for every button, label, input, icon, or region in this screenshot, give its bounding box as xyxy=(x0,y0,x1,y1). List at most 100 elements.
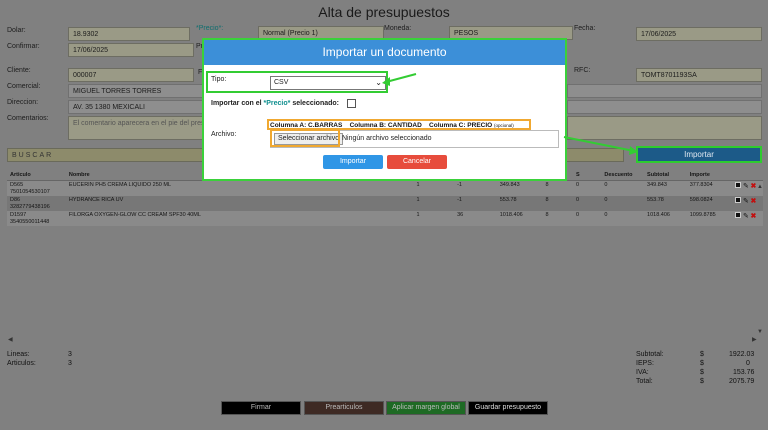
comercial-label: Comercial: xyxy=(7,83,41,90)
fecha-label: Fecha: xyxy=(574,25,596,32)
importar-button[interactable]: Importar xyxy=(636,146,762,163)
total-label: Total: xyxy=(636,378,653,385)
col-header-subtotal: Subtotal xyxy=(644,170,687,181)
ieps-value: 0 xyxy=(746,360,750,367)
archivo-label: Archivo: xyxy=(211,131,237,138)
prearticulos-button[interactable]: Prearticulos xyxy=(304,401,384,415)
row-barcode: 7501054530107 xyxy=(10,188,50,195)
cell-c5: 0 xyxy=(572,196,602,211)
pencil-icon[interactable]: ✎ xyxy=(743,183,749,190)
cell-descuento: 0 xyxy=(601,196,645,211)
arrow-to-importar-icon xyxy=(563,136,638,155)
col-header-actions xyxy=(732,170,763,181)
delete-icon[interactable]: ✖ xyxy=(751,198,757,205)
delete-icon[interactable]: ✖ xyxy=(751,213,757,220)
confirmar-label: Confirmar: xyxy=(7,43,40,50)
cell-actions: ✎ ✖ xyxy=(732,196,763,211)
cell-nombre: FILORGA OXYGEN-GLOW CC CREAM SPF30 40ML xyxy=(65,211,414,226)
row-barcode: 3540550011448 xyxy=(10,218,50,225)
direccion-label: Direccion: xyxy=(7,99,39,106)
cell-c4: 8 xyxy=(542,196,573,211)
subtotal-value: 1922.03 xyxy=(729,351,755,358)
cell-descuento: 0 xyxy=(601,211,645,226)
fecha-input[interactable]: 17/06/2025 xyxy=(636,27,762,41)
firmar-button[interactable]: Firmar xyxy=(221,401,301,415)
cell-c3: 349.843 xyxy=(496,180,543,196)
file-status: Ningún archivo seleccionado xyxy=(342,135,432,142)
fecha-input-value: 17/06/2025 xyxy=(641,31,677,38)
scroll-up-arrow-icon[interactable]: ▲ xyxy=(757,184,763,190)
cell-articulo: D1597 3540550011448 xyxy=(7,211,66,226)
iva-label: IVA: xyxy=(636,369,649,376)
moneda-select-value: PESOS xyxy=(454,30,479,37)
direccion-input-extension xyxy=(567,100,762,114)
comentarios-textarea[interactable]: El comentario aparecera en el pie del pr… xyxy=(68,116,204,140)
precio-select-value: Normal (Precio 1) xyxy=(263,30,318,37)
pencil-icon[interactable]: ✎ xyxy=(743,213,749,220)
cell-c2: -1 xyxy=(454,196,497,211)
cell-c1: 1 xyxy=(413,180,455,196)
importar-precio-checkbox[interactable] xyxy=(347,99,356,108)
cell-c2: 36 xyxy=(454,211,497,226)
cell-c5: 0 xyxy=(572,180,602,196)
total-value: 2075.79 xyxy=(729,378,755,385)
dolar-input[interactable]: 18.9302 xyxy=(68,27,190,41)
cell-c3: 553.78 xyxy=(496,196,543,211)
cell-articulo: D565 7501054530107 xyxy=(7,180,66,196)
col-header-7: S xyxy=(572,170,602,181)
edit-icon[interactable] xyxy=(735,212,742,218)
scroll-left-arrow-icon[interactable]: ◀ xyxy=(8,336,13,343)
articulos-label: Articulos: xyxy=(7,360,36,367)
cell-nombre: EUCERIN PH5 CREMA LIQUIDO 250 ML xyxy=(65,180,414,196)
importar-precio-highlight: *Precio* xyxy=(263,100,291,107)
table-row[interactable]: D565 7501054530107 EUCERIN PH5 CREMA LIQU… xyxy=(7,180,763,196)
edit-icon[interactable] xyxy=(735,182,742,188)
cell-articulo: D86 3282779438196 xyxy=(7,196,66,211)
total-currency: $ xyxy=(700,378,704,385)
column-b-text: Columna B: CANTIDAD xyxy=(349,122,422,129)
col-header-descuento: Descuento xyxy=(601,170,645,181)
scroll-right-arrow-icon[interactable]: ▶ xyxy=(752,336,757,343)
column-c-optional: (opcional) xyxy=(494,123,514,128)
importar-precio-suffix: seleccionado: xyxy=(290,100,340,107)
articulos-value: 3 xyxy=(68,360,72,367)
edit-icon[interactable] xyxy=(735,197,742,203)
cell-subtotal: 1018.406 xyxy=(644,211,687,226)
pencil-icon[interactable]: ✎ xyxy=(743,198,749,205)
arrow-to-tipo-icon xyxy=(382,73,417,86)
cell-actions: ✎ ✖ xyxy=(732,211,763,226)
cell-importe: 1099.8785 xyxy=(686,211,733,226)
subtotal-currency: $ xyxy=(700,351,704,358)
column-c-text: Columna C: PRECIO xyxy=(429,122,493,129)
confirmar-input[interactable]: 17/06/2025 xyxy=(68,43,194,57)
columns-info: Columna A: C.BARRAS Columna B: CANTIDAD … xyxy=(270,122,514,129)
cell-c2: -1 xyxy=(454,180,497,196)
row-barcode: 3282779438196 xyxy=(10,203,50,210)
precio-label: *Precio*: xyxy=(196,25,224,32)
rfc-label: RFC: xyxy=(574,67,591,74)
file-button-highlight-box xyxy=(270,129,340,147)
modal-importar-button[interactable]: Importar xyxy=(323,155,383,169)
col-header-importe: Importe xyxy=(686,170,733,181)
guardar-presupuesto-button[interactable]: Guardar presupuesto xyxy=(468,401,548,415)
column-a-text: Columna A: C.BARRAS xyxy=(270,122,343,129)
direccion-input[interactable]: AV. 35 1380 MEXICALI xyxy=(68,100,204,114)
tipo-highlight-box xyxy=(206,71,388,93)
rfc-input[interactable]: TOMT8701193SA xyxy=(636,68,762,82)
cliente-input[interactable]: 000007 xyxy=(68,68,194,82)
table-row[interactable]: D1597 3540550011448 FILORGA OXYGEN-GLOW C… xyxy=(7,211,763,226)
aplicar-margen-button[interactable]: Aplicar margen global xyxy=(386,401,466,415)
importar-precio-prefix: Importar con el xyxy=(211,100,264,107)
importar-precio-label: Importar con el *Precio* seleccionado: xyxy=(211,100,339,107)
comercial-input[interactable]: MIGUEL TORRES TORRES xyxy=(68,84,204,98)
cell-subtotal: 553.78 xyxy=(644,196,687,211)
delete-icon[interactable]: ✖ xyxy=(751,183,757,190)
confirmar-input-value: 17/06/2025 xyxy=(73,47,109,54)
modal-cancelar-button[interactable]: Cancelar xyxy=(387,155,447,169)
cell-c4: 8 xyxy=(542,180,573,196)
table-row[interactable]: D86 3282779438196 HYDRANCE RICA UV 1 -1 5… xyxy=(7,196,763,211)
moneda-label: Moneda: xyxy=(384,25,412,32)
ieps-label: IEPS: xyxy=(636,360,654,367)
scroll-down-arrow-icon[interactable]: ▼ xyxy=(757,329,763,335)
iva-value: 153.76 xyxy=(733,369,755,376)
